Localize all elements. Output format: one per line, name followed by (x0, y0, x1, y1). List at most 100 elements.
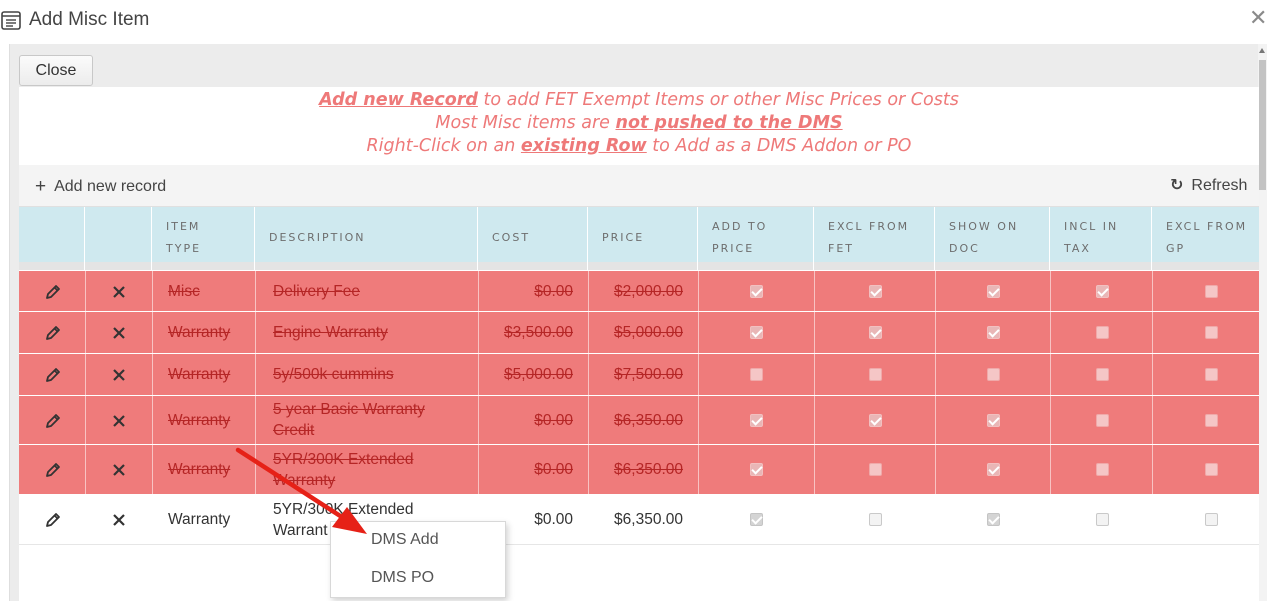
column-header-label: DESCRIPTION (269, 231, 366, 244)
edit-pencil-icon[interactable] (44, 366, 62, 384)
column-divider (935, 312, 936, 353)
vertical-scrollbar[interactable] (1258, 44, 1267, 601)
cell-price-text: $6,350.00 (614, 411, 683, 429)
column-filter-strip (814, 262, 934, 270)
column-header-cost[interactable]: COST (478, 207, 588, 270)
edit-pencil-icon[interactable] (44, 324, 62, 342)
checkbox-add-to-price[interactable] (750, 463, 763, 476)
delete-x-icon[interactable] (112, 326, 126, 340)
notice-line-2: Most Misc items are not pushed to the DM… (435, 113, 843, 133)
cell-price: $6,350.00 (591, 396, 683, 444)
column-divider (478, 312, 479, 353)
cell-price-text: $5,000.00 (614, 324, 683, 341)
column-header-item-type[interactable]: TYPE ITEM (152, 207, 255, 270)
checkbox-show-on-doc[interactable] (987, 326, 1000, 339)
column-header-edit[interactable] (19, 207, 85, 270)
checkbox-show-on-doc[interactable] (987, 513, 1000, 526)
table-row[interactable]: Warranty 5 year Basic Warranty Credit $0.00… (19, 396, 1259, 445)
column-divider (698, 445, 699, 494)
notice-line-3: Right-Click on an existing Row to Add as… (366, 136, 912, 156)
scrollbar-thumb[interactable] (1259, 60, 1266, 190)
checkbox-add-to-price[interactable] (750, 326, 763, 339)
column-header-price[interactable]: PRICE (588, 207, 698, 270)
column-filter-strip (85, 262, 151, 270)
cell-description: Engine Warranty (273, 312, 473, 353)
column-divider (1152, 445, 1153, 494)
checkbox-show-on-doc[interactable] (987, 284, 1000, 298)
checkbox-excl-from-fet[interactable] (869, 326, 882, 339)
checkbox-excl-from-gp[interactable] (1205, 284, 1218, 298)
checkbox-incl-in-tax[interactable] (1096, 284, 1109, 298)
checkbox-excl-from-gp[interactable] (1205, 368, 1218, 381)
context-menu-item-dms-add[interactable]: DMS Add (371, 531, 439, 549)
checkbox-excl-from-fet[interactable] (869, 463, 882, 476)
checkbox-excl-from-gp[interactable] (1205, 463, 1218, 476)
delete-x-icon[interactable] (112, 368, 126, 382)
column-header-show-on-doc[interactable]: DOC SHOW ON (935, 207, 1050, 270)
checkbox-add-to-price[interactable] (750, 513, 763, 526)
checkbox-excl-from-gp[interactable] (1205, 413, 1218, 427)
cell-price: $6,350.00 (591, 445, 683, 494)
column-header-label: TYPE (166, 242, 202, 255)
cell-description: Delivery Fee (273, 271, 473, 311)
table-row[interactable]: Warranty 5YR/300K Extended Warranty $0.00 $6… (19, 445, 1259, 495)
refresh-button[interactable]: ↻ Refresh (1170, 175, 1247, 195)
cell-description: 5YR/300K Extended Warranty (273, 445, 473, 494)
edit-pencil-icon[interactable] (44, 461, 62, 479)
checkbox-show-on-doc[interactable] (987, 368, 1000, 381)
checkbox-show-on-doc[interactable] (987, 463, 1000, 476)
cell-price: $2,000.00 (591, 271, 683, 311)
checkbox-incl-in-tax[interactable] (1096, 513, 1109, 526)
add-new-record-button[interactable]: + Add new record (35, 175, 166, 197)
delete-x-icon[interactable] (112, 285, 126, 299)
checkbox-add-to-price[interactable] (750, 368, 763, 381)
table-row[interactable]: Warranty Engine Warranty $3,500.00 $5,000.0… (19, 312, 1259, 354)
checkbox-incl-in-tax[interactable] (1096, 368, 1109, 381)
edit-pencil-icon[interactable] (44, 283, 62, 301)
column-divider (698, 312, 699, 353)
checkbox-incl-in-tax[interactable] (1096, 463, 1109, 476)
close-button[interactable]: Close (19, 55, 93, 86)
column-header-incl-in-tax[interactable]: TAX INCL IN (1050, 207, 1152, 270)
cell-item-type: Warranty (168, 312, 268, 353)
checkbox-excl-from-fet[interactable] (869, 368, 882, 381)
column-header-add-to-price[interactable]: PRICE ADD TO (698, 207, 814, 270)
checkbox-incl-in-tax[interactable] (1096, 413, 1109, 427)
column-header-description[interactable]: DESCRIPTION (255, 207, 478, 270)
column-header-delete[interactable] (85, 207, 152, 270)
delete-x-icon[interactable] (112, 414, 126, 428)
column-divider (814, 445, 815, 494)
column-divider (85, 445, 86, 494)
checkbox-show-on-doc[interactable] (987, 413, 1000, 427)
table-row[interactable]: Warranty 5y/500k cummins $5,000.00 $7,500.0… (19, 354, 1259, 396)
column-filter-strip (698, 262, 813, 270)
column-header-excl-from-gp[interactable]: GP EXCL FROM (1152, 207, 1259, 270)
column-divider (814, 271, 815, 311)
checkbox-excl-from-gp[interactable] (1205, 326, 1218, 339)
checkbox-excl-from-gp[interactable] (1205, 513, 1218, 526)
checkbox-add-to-price[interactable] (750, 413, 763, 427)
checkbox-excl-from-fet[interactable] (869, 284, 882, 298)
checkbox-excl-from-fet[interactable] (869, 413, 882, 427)
delete-x-icon[interactable] (112, 463, 126, 477)
column-divider (588, 354, 589, 395)
context-menu: DMS Add DMS PO (330, 521, 506, 598)
table-row[interactable]: Warranty 5YR/300K Extended Warrant $0.00 $6,… (19, 495, 1259, 545)
context-menu-item-dms-po[interactable]: DMS PO (371, 569, 434, 587)
checkbox-excl-from-fet[interactable] (869, 513, 882, 526)
cell-item-type: Warranty (168, 445, 268, 494)
column-divider (935, 354, 936, 395)
edit-pencil-icon[interactable] (44, 511, 62, 529)
checkbox-add-to-price[interactable] (750, 284, 763, 298)
column-filter-strip (1152, 262, 1259, 270)
checkbox-incl-in-tax[interactable] (1096, 326, 1109, 339)
add-new-record-link[interactable]: Add new Record (319, 90, 478, 110)
table-row[interactable]: Misc Delivery Fee $0.00 $2,000.00 (19, 271, 1259, 312)
edit-pencil-icon[interactable] (44, 412, 62, 430)
column-divider (935, 271, 936, 311)
column-divider (814, 312, 815, 353)
delete-x-icon[interactable] (112, 513, 126, 527)
close-window-icon[interactable]: ✕ (1249, 7, 1267, 29)
column-header-excl-from-fet[interactable]: FET EXCL FROM (814, 207, 935, 270)
scroll-up-icon[interactable] (1259, 48, 1265, 53)
